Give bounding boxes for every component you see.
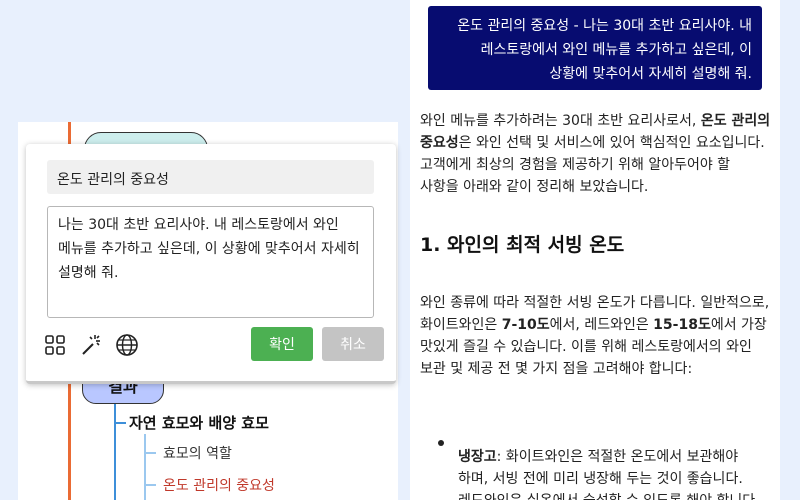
mind-map-topic-yeast-role[interactable]: 효모의 역할 (163, 443, 232, 463)
globe-icon[interactable] (114, 332, 140, 358)
topic-title-field[interactable]: 온도 관리의 중요성 (47, 160, 374, 194)
assistant-response: 와인 메뉴를 추가하려는 30대 초반 요리사로서, 온도 관리의 중요성은 와… (420, 110, 772, 500)
branch-connector (144, 452, 156, 454)
response-paragraph: 와인 종류에 따라 적절한 서빙 온도가 다릅니다. 일반적으로, 화이트와인은… (420, 292, 772, 380)
response-heading: 1. 와인의 최적 서빙 온도 (420, 234, 625, 256)
popup-toolbar (42, 332, 140, 358)
mind-map-topic-temperature[interactable]: 온도 관리의 중요성 (163, 475, 275, 495)
branch-connector (144, 484, 156, 486)
chat-panel[interactable]: 온도 관리의 중요성 - 나는 30대 초반 요리사야. 내 레스토랑에서 와인… (410, 0, 780, 500)
branch-connector (144, 434, 146, 500)
prompt-textarea[interactable]: 나는 30대 초반 요리사야. 내 레스토랑에서 와인 메뉴를 추가하고 싶은데… (47, 206, 374, 318)
grid-icon[interactable] (42, 332, 68, 358)
user-message-bubble: 온도 관리의 중요성 - 나는 30대 초반 요리사야. 내 레스토랑에서 와인… (428, 6, 762, 90)
confirm-button[interactable]: 확인 (251, 327, 313, 361)
response-text: 은 와인 선택 및 서비스에 있어 핵심적인 요소입니다. 고객에게 최상의 경… (420, 135, 765, 195)
response-emphasis: 냉장고 (458, 449, 497, 465)
branch-connector (114, 422, 126, 424)
response-emphasis: 7-10도 (501, 317, 550, 333)
branch-connector (114, 404, 116, 500)
magic-wand-icon[interactable] (78, 332, 104, 358)
response-emphasis: 15-18도 (653, 317, 711, 333)
response-intro: 와인 메뉴를 추가하려는 30대 초반 요리사로서, 온도 관리의 중요성은 와… (420, 110, 772, 198)
mind-map-topic-yeast-types[interactable]: 자연 효모와 배양 효모 (129, 412, 269, 433)
cancel-button-label: 취소 (340, 337, 366, 353)
cancel-button[interactable]: 취소 (322, 327, 384, 361)
response-text: : 화이트와인은 적절한 온도에서 보관해야 하며, 서빙 전에 미리 냉장해 … (458, 449, 760, 500)
response-text: 에서, 레드와인은 (549, 317, 654, 333)
list-item: 냉장고: 화이트와인은 적절한 온도에서 보관해야 하며, 서빙 전에 미리 냉… (420, 436, 772, 500)
confirm-button-label: 확인 (269, 337, 295, 353)
response-text: 와인 메뉴를 추가하려는 30대 초반 요리사로서, (420, 113, 701, 129)
bullet-icon (438, 440, 444, 446)
list-item-text: 냉장고: 화이트와인은 적절한 온도에서 보관해야 하며, 서빙 전에 미리 냉… (458, 436, 772, 500)
prompt-editor-popup: 온도 관리의 중요성 나는 30대 초반 요리사야. 내 레스토랑에서 와인 메… (26, 144, 396, 384)
